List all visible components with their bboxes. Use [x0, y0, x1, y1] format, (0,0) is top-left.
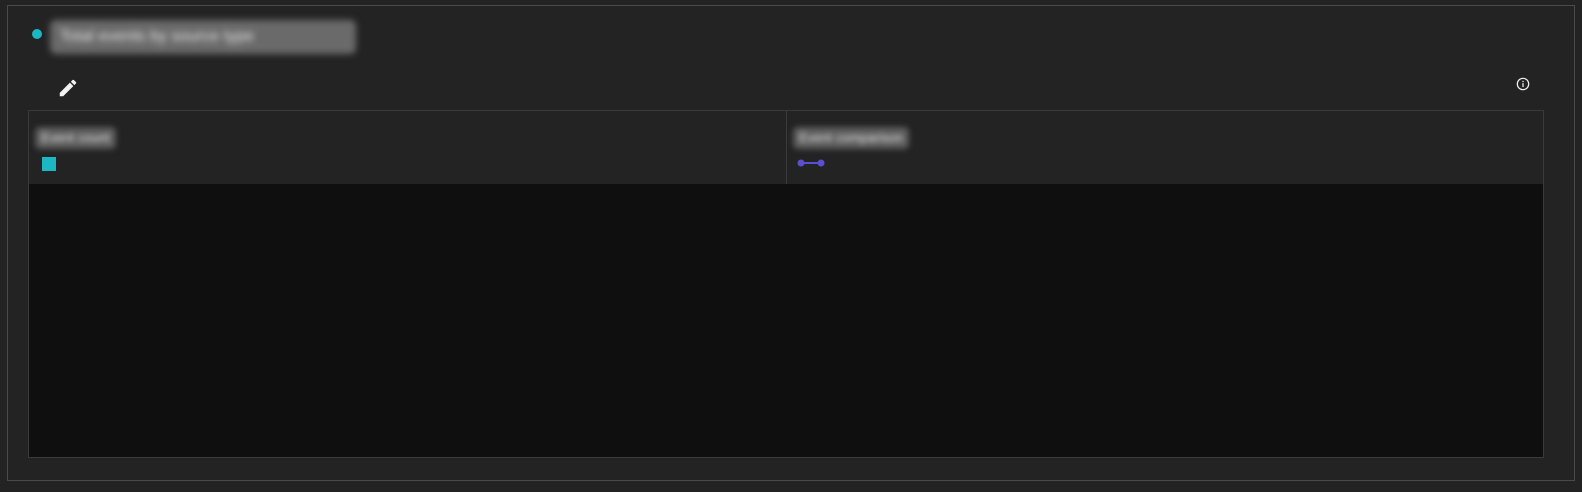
info-button[interactable]	[1515, 76, 1531, 92]
chart-plot-area	[28, 184, 1544, 458]
widget-panel: Total events by source type Event count …	[7, 5, 1575, 481]
widget-title: Total events by source type	[50, 20, 356, 54]
chart-legend: Event count Event comparison	[28, 110, 1544, 184]
legend-item-event-count[interactable]: Event count	[29, 111, 787, 184]
line-marker-icon	[797, 159, 825, 167]
legend-label: Event count	[35, 127, 116, 149]
info-circle-icon	[1516, 77, 1530, 91]
legend-item-event-comparison[interactable]: Event comparison	[787, 111, 1543, 184]
status-dot	[32, 29, 42, 39]
edit-button[interactable]	[56, 76, 80, 100]
pencil-icon	[59, 79, 77, 97]
legend-label: Event comparison	[793, 127, 910, 149]
legend-square-marker	[42, 157, 56, 171]
